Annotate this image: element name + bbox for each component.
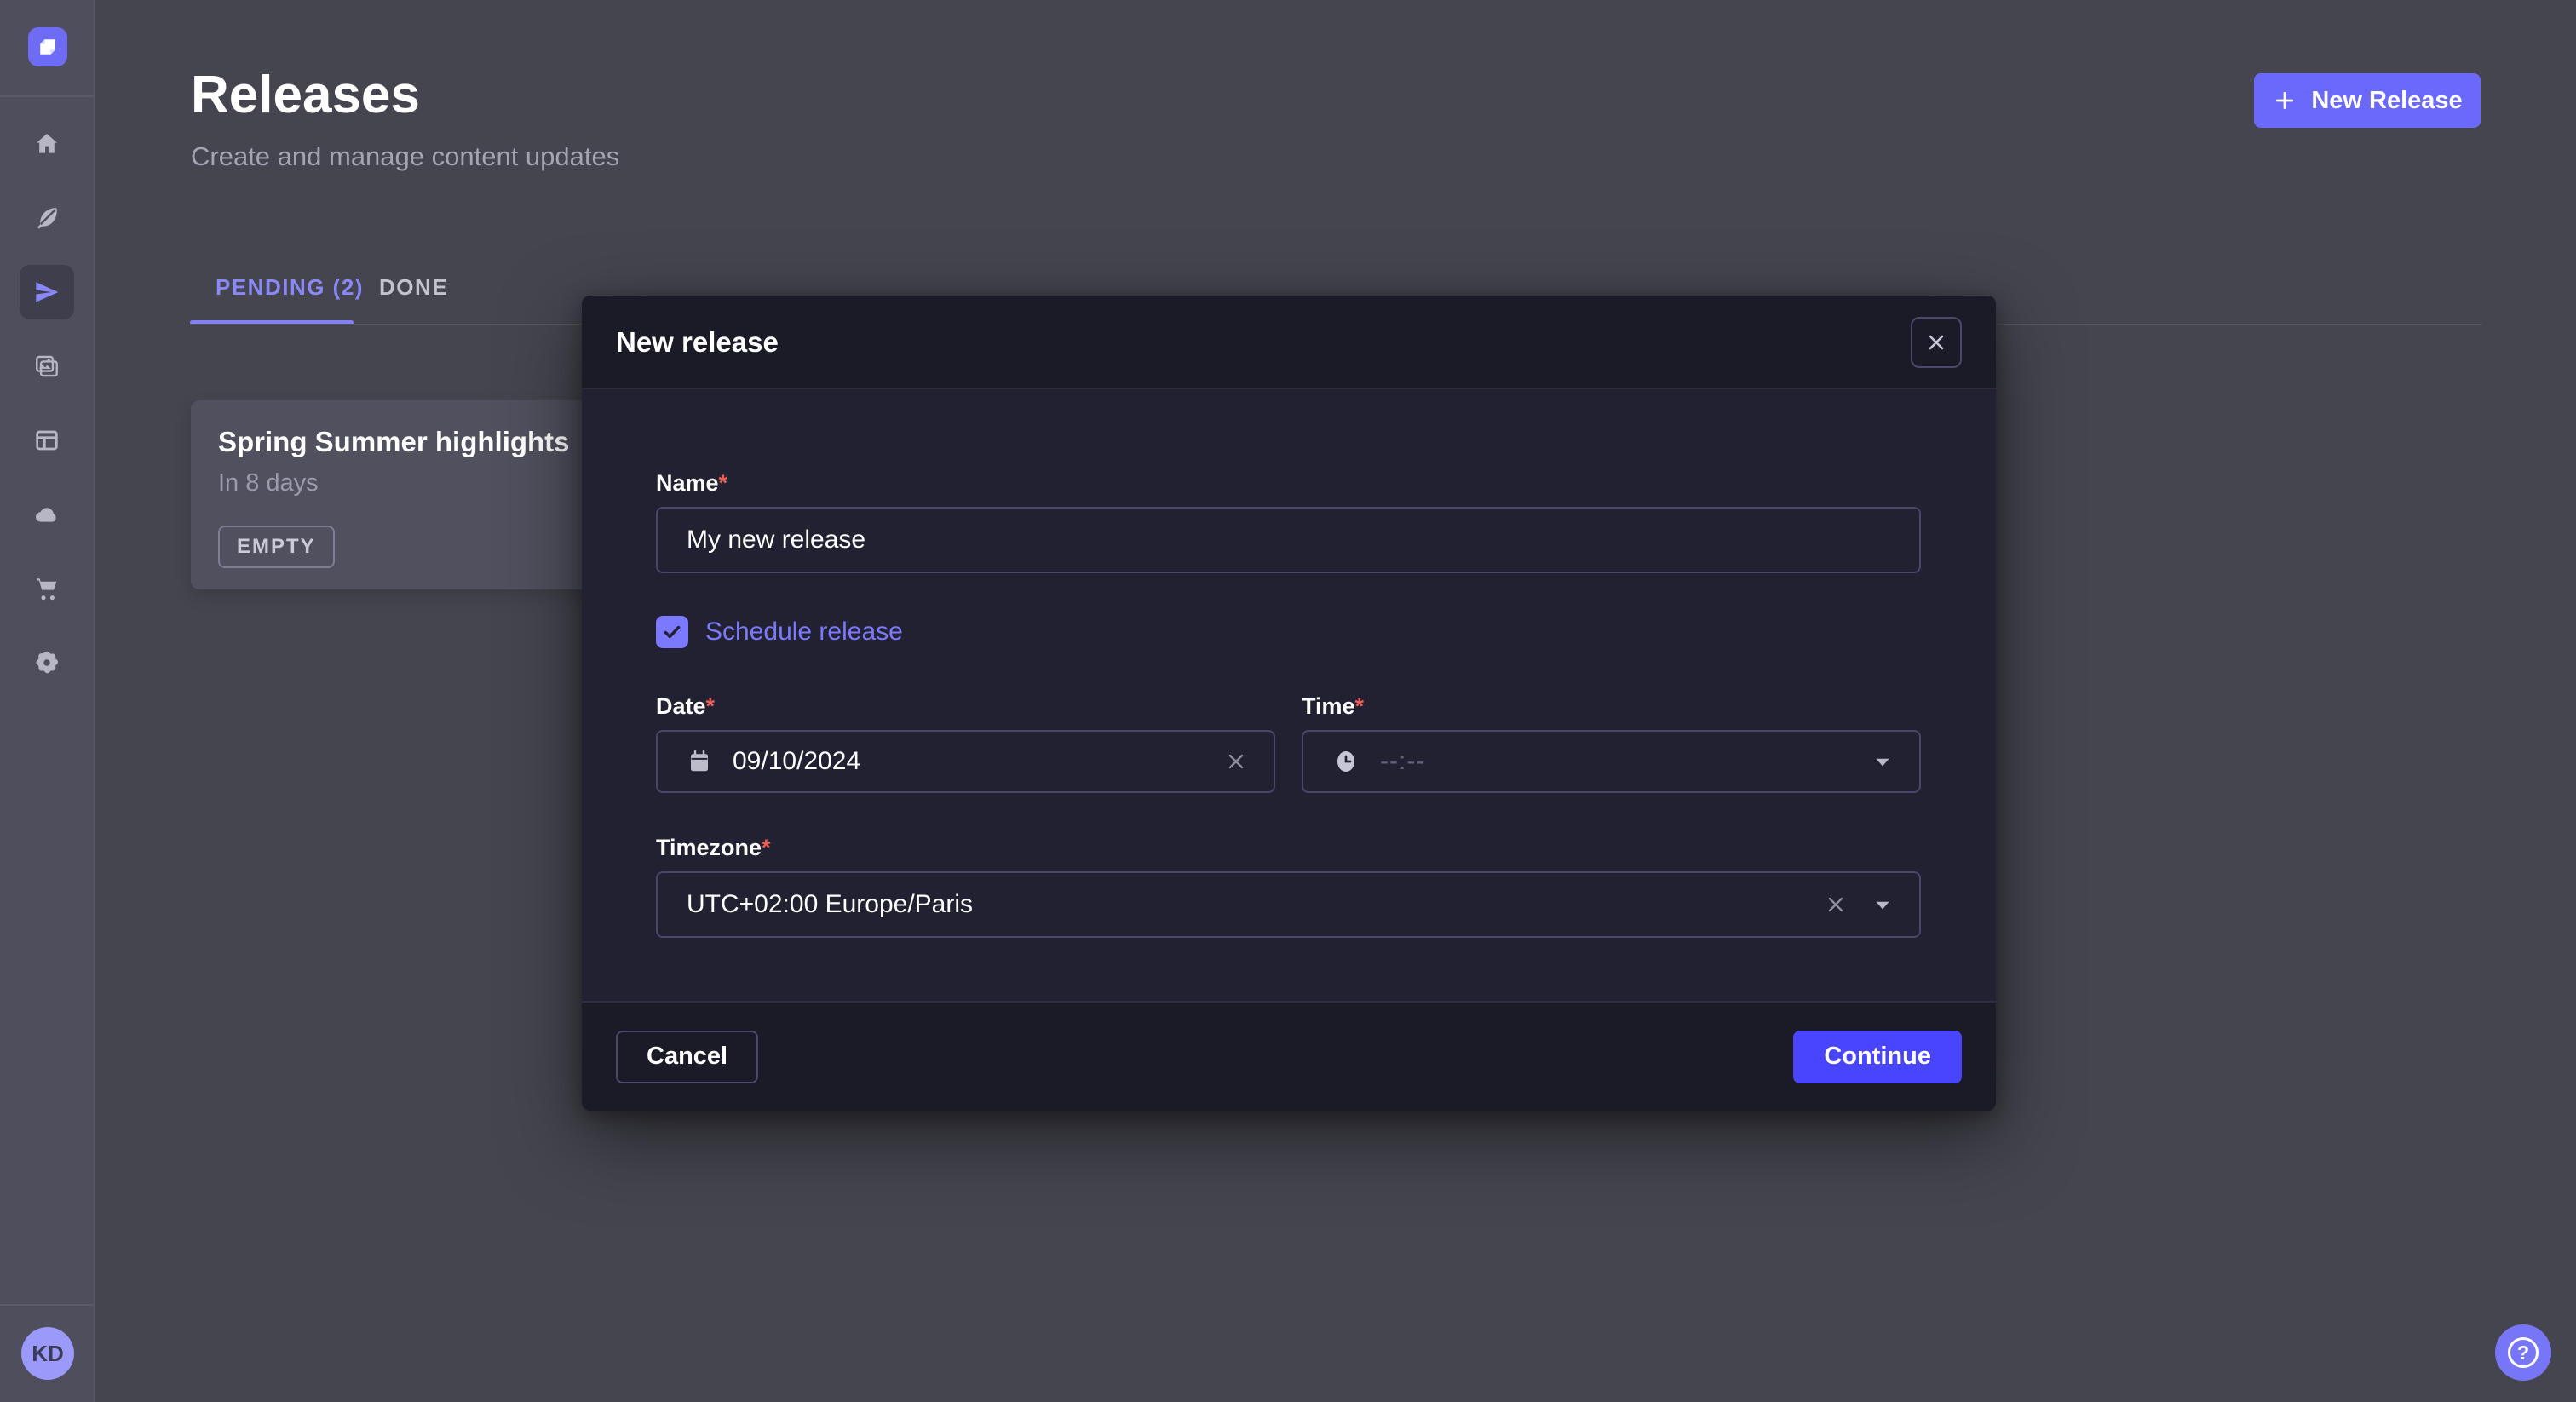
schedule-checkbox[interactable]	[656, 616, 688, 648]
date-field-group: Date* 09/10/2024	[656, 692, 1275, 793]
page-title: Releases	[191, 65, 420, 125]
required-asterisk: *	[706, 693, 716, 719]
name-label-text: Name	[656, 470, 719, 496]
name-input[interactable]	[687, 526, 1894, 554]
app-logo-icon	[35, 34, 60, 60]
chevron-down-icon[interactable]	[1872, 893, 1894, 916]
time-label: Time*	[1302, 692, 1921, 720]
cloud-icon	[33, 501, 60, 528]
new-release-button-label: New Release	[2311, 87, 2462, 115]
continue-button[interactable]: Continue	[1793, 1031, 1962, 1083]
user-avatar[interactable]: KD	[21, 1327, 74, 1380]
sidebar-item-pages[interactable]	[20, 413, 74, 468]
time-label-text: Time	[1302, 693, 1355, 719]
timezone-label: Timezone*	[656, 834, 1921, 861]
timezone-label-text: Timezone	[656, 835, 762, 860]
new-release-button[interactable]: New Release	[2254, 73, 2481, 128]
time-select[interactable]: --:--	[1302, 730, 1921, 793]
question-icon: ?	[2508, 1337, 2539, 1368]
cancel-button[interactable]: Cancel	[616, 1031, 758, 1083]
close-button[interactable]	[1911, 317, 1962, 368]
sidebar-item-deploy[interactable]	[20, 487, 74, 542]
calendar-icon	[687, 749, 712, 774]
sidebar: KD	[0, 0, 95, 1402]
sidebar-item-home[interactable]	[20, 117, 74, 171]
sidebar-item-settings[interactable]	[20, 635, 74, 690]
date-value: 09/10/2024	[733, 747, 860, 776]
cart-icon	[33, 575, 60, 602]
name-label: Name*	[656, 469, 1921, 497]
date-label-text: Date	[656, 693, 706, 719]
chevron-down-icon[interactable]	[1872, 750, 1894, 773]
help-button[interactable]: ?	[2495, 1324, 2551, 1381]
sidebar-divider	[0, 1304, 94, 1306]
date-time-row: Date* 09/10/2024	[656, 692, 1921, 793]
feather-icon	[33, 204, 60, 232]
required-asterisk: *	[719, 470, 728, 496]
timezone-select[interactable]: UTC+02:00 Europe/Paris	[656, 871, 1921, 938]
modal-title: New release	[616, 326, 779, 359]
tab-done[interactable]: DONE	[379, 274, 448, 301]
clock-icon	[1332, 748, 1360, 775]
time-field-group: Time* --:--	[1302, 692, 1921, 793]
timezone-clear-button[interactable]	[1824, 893, 1848, 916]
modal-footer: Cancel Continue	[582, 1001, 1996, 1111]
layout-icon	[33, 427, 60, 454]
required-asterisk: *	[762, 835, 771, 860]
timezone-field-group: Timezone* UTC+02:00 Europe/Paris	[656, 834, 1921, 938]
workspace-logo[interactable]	[28, 27, 67, 66]
name-input-box	[656, 507, 1921, 573]
sidebar-item-shop[interactable]	[20, 561, 74, 616]
gear-icon	[33, 649, 60, 676]
new-release-modal: New release Name*	[582, 296, 1996, 1111]
date-clear-button[interactable]	[1224, 750, 1248, 773]
plus-icon	[2272, 88, 2297, 113]
sidebar-item-content[interactable]	[20, 191, 74, 245]
date-label: Date*	[656, 692, 1275, 720]
time-placeholder: --:--	[1380, 747, 1425, 776]
clear-x-icon	[1224, 750, 1248, 773]
timezone-value: UTC+02:00 Europe/Paris	[687, 890, 973, 919]
page-subtitle: Create and manage content updates	[191, 141, 619, 172]
schedule-release-row[interactable]: Schedule release	[656, 616, 1921, 648]
tab-pending[interactable]: PENDING (2)	[216, 274, 364, 301]
schedule-release-label: Schedule release	[705, 618, 903, 646]
paper-plane-icon	[33, 279, 60, 306]
clear-x-icon	[1824, 893, 1848, 916]
required-asterisk: *	[1355, 693, 1365, 719]
date-input[interactable]: 09/10/2024	[656, 730, 1275, 793]
sidebar-nav	[0, 117, 94, 690]
images-icon	[33, 353, 60, 380]
modal-body: Name* Schedule release Date*	[582, 389, 1996, 938]
checkmark-icon	[661, 621, 683, 643]
release-status-badge: EMPTY	[218, 526, 335, 568]
name-field-group: Name*	[656, 469, 1921, 573]
home-icon	[33, 130, 60, 158]
sidebar-item-media-library[interactable]	[20, 339, 74, 394]
close-icon	[1924, 330, 1948, 354]
sidebar-divider	[0, 95, 94, 97]
sidebar-item-releases[interactable]	[20, 265, 74, 319]
modal-header: New release	[582, 296, 1996, 389]
